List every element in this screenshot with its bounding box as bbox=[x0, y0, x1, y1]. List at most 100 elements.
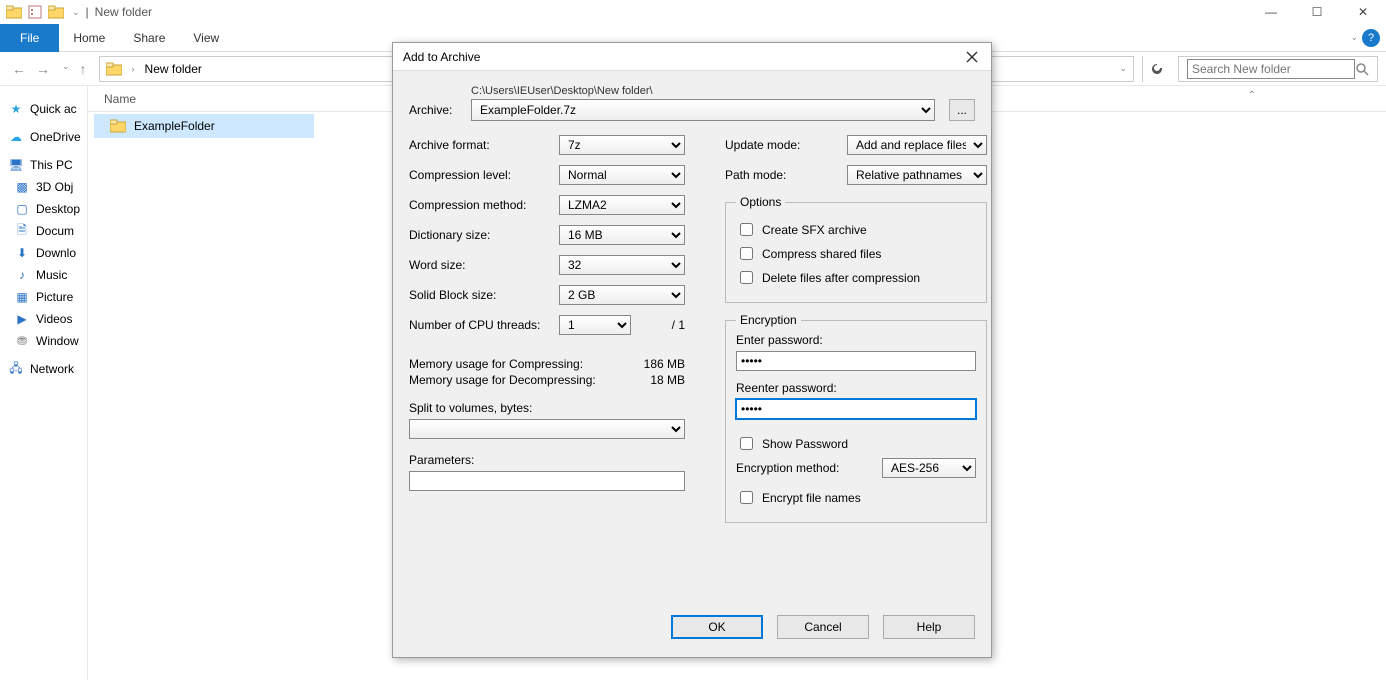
breadcrumb-chevron-icon[interactable]: › bbox=[128, 64, 139, 74]
cpu-threads-select[interactable]: 1 bbox=[559, 315, 631, 335]
ok-button[interactable]: OK bbox=[671, 615, 763, 639]
sidebar-item-3d-objects[interactable]: ▩3D Obj bbox=[0, 176, 87, 198]
sidebar-label: Network bbox=[30, 362, 74, 376]
sidebar-item-this-pc[interactable]: 🖥This PC bbox=[0, 154, 87, 176]
cpu-threads-max: / 1 bbox=[672, 318, 685, 332]
qat-folder-icon[interactable] bbox=[46, 4, 66, 20]
help-icon[interactable]: ? bbox=[1362, 29, 1380, 47]
sidebar-item-desktop[interactable]: ▢ Desktop bbox=[0, 198, 87, 220]
compression-method-select[interactable]: LZMA2 bbox=[559, 195, 685, 215]
search-icon[interactable] bbox=[1355, 62, 1369, 76]
archive-name-combo[interactable]: ExampleFolder.7z bbox=[471, 99, 935, 121]
create-sfx-label: Create SFX archive bbox=[762, 223, 867, 237]
archive-format-select[interactable]: 7z bbox=[559, 135, 685, 155]
history-dropdown-icon[interactable]: ⌄ bbox=[62, 61, 70, 77]
parameters-input[interactable] bbox=[409, 471, 685, 491]
window-separator: | bbox=[86, 5, 89, 19]
archive-path: C:\Users\IEUser\Desktop\New folder\ bbox=[471, 85, 935, 97]
qat-dropdown-icon[interactable]: ⌄ bbox=[72, 7, 80, 18]
sidebar-item-videos[interactable]: ▶Videos bbox=[0, 308, 87, 330]
reenter-password-label: Reenter password: bbox=[736, 381, 837, 395]
address-dropdown-icon[interactable]: ⌄ bbox=[1113, 63, 1133, 74]
update-mode-select[interactable]: Add and replace files bbox=[847, 135, 987, 155]
tab-view[interactable]: View bbox=[179, 24, 233, 52]
sidebar-label: Desktop bbox=[36, 202, 80, 216]
create-sfx-checkbox[interactable] bbox=[740, 223, 753, 236]
sidebar-label: Music bbox=[36, 268, 67, 282]
tab-share[interactable]: Share bbox=[119, 24, 179, 52]
archive-format-label: Archive format: bbox=[409, 138, 559, 152]
encrypt-filenames-checkbox[interactable] bbox=[740, 491, 753, 504]
parameters-label: Parameters: bbox=[409, 453, 474, 467]
column-sort-icon: ⌃ bbox=[1248, 90, 1256, 101]
sidebar-item-onedrive[interactable]: ☁OneDrive bbox=[0, 126, 87, 148]
path-mode-label: Path mode: bbox=[725, 168, 847, 182]
up-icon[interactable]: ↑ bbox=[80, 61, 87, 77]
split-volumes-select[interactable] bbox=[409, 419, 685, 439]
sidebar-label: 3D Obj bbox=[36, 180, 73, 194]
breadcrumb-item[interactable]: New folder bbox=[145, 62, 202, 76]
minimize-button[interactable]: — bbox=[1248, 0, 1294, 24]
help-button[interactable]: Help bbox=[883, 615, 975, 639]
sidebar-item-windows[interactable]: ⛃ Window bbox=[0, 330, 87, 352]
mem-decompress-label: Memory usage for Decompressing: bbox=[409, 373, 596, 387]
sidebar-label: Window bbox=[36, 334, 79, 348]
ribbon-expand-icon[interactable]: ⌄ bbox=[1350, 32, 1358, 43]
enter-password-input[interactable] bbox=[736, 351, 976, 371]
window-title: New folder bbox=[95, 5, 152, 19]
delete-after-checkbox[interactable] bbox=[740, 271, 753, 284]
solid-block-size-select[interactable]: 2 GB bbox=[559, 285, 685, 305]
encryption-method-label: Encryption method: bbox=[736, 461, 882, 475]
close-button[interactable]: ✕ bbox=[1340, 0, 1386, 24]
dialog-close-button[interactable] bbox=[963, 48, 981, 66]
sidebar-item-documents[interactable]: 🗎Docum bbox=[0, 220, 87, 242]
show-password-checkbox[interactable] bbox=[740, 437, 753, 450]
drive-icon: ⛃ bbox=[14, 334, 30, 348]
sidebar-item-downloads[interactable]: ⬇ Downlo bbox=[0, 242, 87, 264]
sidebar-label: Picture bbox=[36, 290, 73, 304]
list-item[interactable]: ExampleFolder bbox=[94, 114, 314, 138]
browse-button[interactable]: ... bbox=[949, 99, 975, 121]
qat-properties-icon[interactable] bbox=[28, 5, 42, 19]
cancel-button[interactable]: Cancel bbox=[777, 615, 869, 639]
encryption-method-select[interactable]: AES-256 bbox=[882, 458, 976, 478]
enter-password-label: Enter password: bbox=[736, 333, 823, 347]
encryption-legend: Encryption bbox=[736, 313, 801, 327]
archive-label: Archive: bbox=[409, 85, 457, 117]
downloads-icon: ⬇ bbox=[14, 246, 30, 260]
column-name[interactable]: Name bbox=[104, 92, 136, 106]
compression-level-select[interactable]: Normal bbox=[559, 165, 685, 185]
word-size-select[interactable]: 32 bbox=[559, 255, 685, 275]
sidebar-item-music[interactable]: ♪Music bbox=[0, 264, 87, 286]
dialog-title: Add to Archive bbox=[403, 50, 480, 64]
refresh-button[interactable] bbox=[1142, 56, 1170, 82]
sidebar-item-quick-access[interactable]: ★Quick ac bbox=[0, 98, 87, 120]
dictionary-size-label: Dictionary size: bbox=[409, 228, 559, 242]
sidebar-item-network[interactable]: 🖧Network bbox=[0, 358, 87, 380]
tab-file[interactable]: File bbox=[0, 24, 59, 52]
dictionary-size-select[interactable]: 16 MB bbox=[559, 225, 685, 245]
sidebar-item-pictures[interactable]: ▦ Picture bbox=[0, 286, 87, 308]
compress-shared-checkbox[interactable] bbox=[740, 247, 753, 260]
split-volumes-label: Split to volumes, bytes: bbox=[409, 401, 532, 415]
close-icon bbox=[966, 51, 978, 63]
list-item-label: ExampleFolder bbox=[134, 119, 215, 133]
folder-app-icon bbox=[4, 4, 24, 20]
delete-after-label: Delete files after compression bbox=[762, 271, 920, 285]
reenter-password-input[interactable] bbox=[736, 399, 976, 419]
compress-shared-label: Compress shared files bbox=[762, 247, 881, 261]
tab-home[interactable]: Home bbox=[59, 24, 119, 52]
sidebar-label: Videos bbox=[36, 312, 72, 326]
forward-icon[interactable]: → bbox=[36, 61, 50, 77]
sidebar-label: Downlo bbox=[36, 246, 76, 260]
maximize-button[interactable]: ☐ bbox=[1294, 0, 1340, 24]
encrypt-filenames-label: Encrypt file names bbox=[762, 491, 861, 505]
path-mode-select[interactable]: Relative pathnames bbox=[847, 165, 987, 185]
pictures-icon: ▦ bbox=[14, 290, 30, 304]
show-password-label: Show Password bbox=[762, 437, 848, 451]
mem-compress-label: Memory usage for Compressing: bbox=[409, 357, 583, 371]
desktop-icon: ▢ bbox=[14, 202, 30, 216]
search-input[interactable] bbox=[1187, 59, 1355, 79]
back-icon[interactable]: ← bbox=[12, 61, 26, 77]
folder-icon bbox=[110, 118, 126, 134]
